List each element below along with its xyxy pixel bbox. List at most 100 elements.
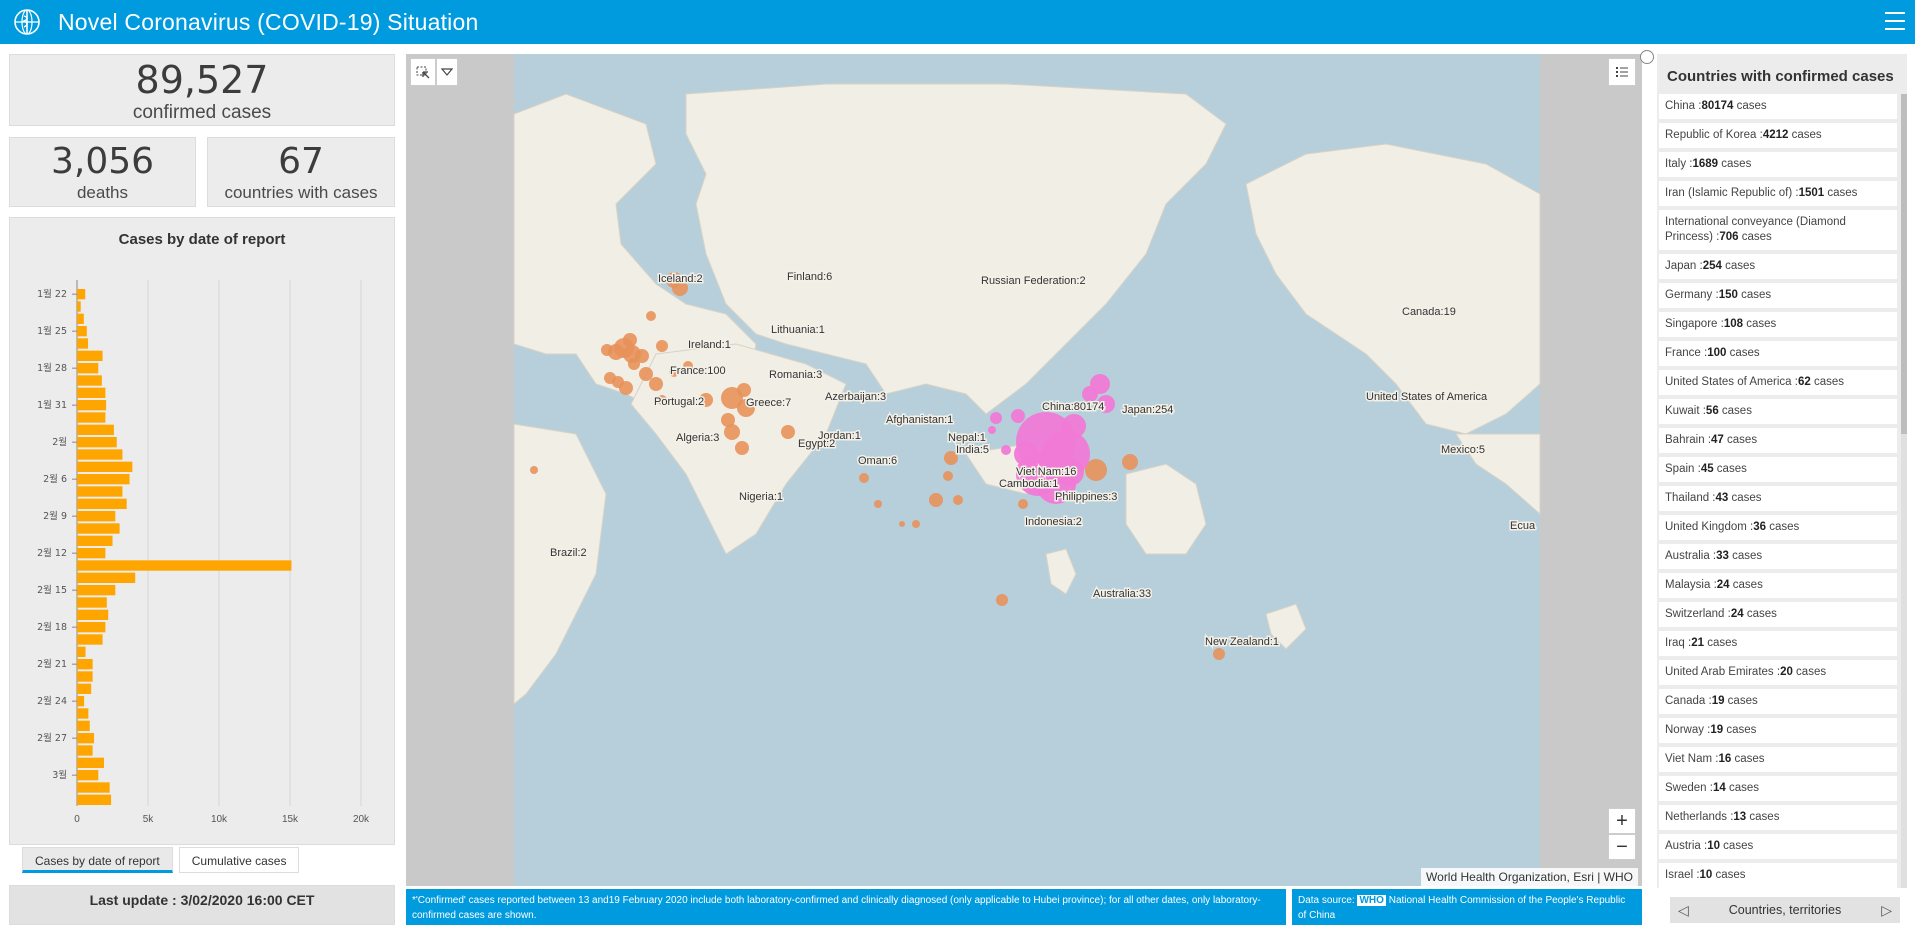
pager-next-icon[interactable]: ▷	[1881, 902, 1892, 919]
tool-dropdown-chevron-icon[interactable]	[436, 58, 458, 86]
country-name: Iran (Islamic Republic of) :	[1665, 187, 1799, 199]
map-country-label: United States of America	[1366, 391, 1488, 403]
country-list-item[interactable]: Sweden :14 cases	[1659, 776, 1897, 801]
country-count-suffix: cases	[1728, 492, 1762, 504]
map-country-label: Azerbaijan:3	[825, 391, 886, 403]
chart-bar	[77, 363, 99, 374]
chart-bar	[77, 437, 117, 448]
country-list[interactable]: China :80174 cases Republic of Korea :421…	[1659, 94, 1897, 888]
footnote: *'Confirmed' cases reported between 13 a…	[406, 889, 1286, 925]
tab-cumulative-cases[interactable]: Cumulative cases	[178, 847, 300, 873]
country-list-item[interactable]: Viet Nam :16 cases	[1659, 747, 1897, 772]
country-list-item[interactable]: China :80174 cases	[1659, 94, 1897, 119]
country-count-suffix: cases	[1737, 289, 1772, 301]
country-list-item[interactable]: Spain :45 cases	[1659, 457, 1897, 482]
map-attribution: World Health Organization, Esri | WHO	[1421, 868, 1638, 886]
zoom-out-button[interactable]: −	[1608, 834, 1636, 860]
map-case-bubble	[899, 521, 905, 527]
chart-bar	[77, 683, 92, 694]
country-list-item[interactable]: Norway :19 cases	[1659, 718, 1897, 743]
country-list-item[interactable]: Switzerland :24 cases	[1659, 602, 1897, 627]
country-list-item[interactable]: Kuwait :56 cases	[1659, 399, 1897, 424]
country-list-item[interactable]: Japan :254 cases	[1659, 254, 1897, 279]
country-list-item[interactable]: Israel :10 cases	[1659, 863, 1897, 888]
country-name: Viet Nam :	[1665, 753, 1719, 765]
country-list-item[interactable]: Netherlands :13 cases	[1659, 805, 1897, 830]
select-tool-icon[interactable]	[410, 58, 436, 86]
map-country-label: Indonesia:2	[1025, 516, 1082, 528]
country-name: Malaysia :	[1665, 579, 1717, 591]
country-list-item[interactable]: United Arab Emirates :20 cases	[1659, 660, 1897, 685]
country-list-item[interactable]: Austria :10 cases	[1659, 834, 1897, 859]
country-list-scrollbar[interactable]	[1901, 94, 1907, 888]
country-name: Japan :	[1665, 260, 1703, 272]
chart-bar	[77, 498, 127, 509]
chart-y-tick-label: 1월 28	[37, 362, 67, 374]
chart-x-tick-label: 10k	[211, 814, 228, 825]
country-count-suffix: cases	[1729, 579, 1763, 591]
data-source: Data source: WHO National Health Commiss…	[1292, 889, 1642, 925]
country-list-item[interactable]: Republic of Korea :4212 cases	[1659, 123, 1897, 148]
country-count-suffix: cases	[1721, 260, 1756, 272]
map-case-bubble	[953, 495, 963, 505]
country-list-item[interactable]: International conveyance (Diamond Prince…	[1659, 210, 1897, 250]
chart-bar	[77, 794, 112, 805]
map-case-bubble	[1018, 499, 1028, 509]
country-count: 20	[1780, 666, 1793, 678]
map-country-label: Nepal:1	[948, 432, 986, 444]
data-source-who-link[interactable]: WHO	[1357, 895, 1386, 906]
chart-bar	[77, 572, 136, 583]
country-name: Netherlands :	[1665, 811, 1734, 823]
map-china-bubble	[1062, 414, 1086, 438]
country-list-item[interactable]: Singapore :108 cases	[1659, 312, 1897, 337]
country-list-item[interactable]: Thailand :43 cases	[1659, 486, 1897, 511]
country-list-item[interactable]: United States of America :62 cases	[1659, 370, 1897, 395]
chart-bar	[77, 609, 109, 620]
chart-bar	[77, 597, 107, 608]
country-list-item[interactable]: Italy :1689 cases	[1659, 152, 1897, 177]
country-count: 24	[1730, 608, 1744, 620]
chart-bar	[77, 696, 85, 707]
country-count: 47	[1711, 434, 1724, 446]
expand-icon[interactable]	[1640, 50, 1654, 64]
country-name: United Kingdom :	[1665, 521, 1754, 533]
map-country-label: Oman:6	[858, 455, 897, 467]
country-list-item[interactable]: Australia :33 cases	[1659, 544, 1897, 569]
country-list-item[interactable]: Germany :150 cases	[1659, 283, 1897, 308]
chart-bar	[77, 745, 93, 756]
who-logo-icon	[6, 0, 48, 44]
country-list-item[interactable]: Iran (Islamic Republic of) :1501 cases	[1659, 181, 1897, 206]
country-list-item[interactable]: United Kingdom :36 cases	[1659, 515, 1897, 540]
app-header: Novel Coronavirus (COVID-19) Situation	[0, 0, 1915, 44]
world-map[interactable]: Iceland:2 Finland:6 Russian Federation:2 Ca…	[406, 54, 1642, 886]
chart-bar	[77, 350, 103, 361]
country-count-suffix: cases	[1718, 158, 1752, 170]
map-country-label: Finland:6	[787, 271, 832, 283]
country-count-suffix: cases	[1788, 129, 1822, 141]
country-list-item[interactable]: Canada :19 cases	[1659, 689, 1897, 714]
pager-label: Countries, territories	[1728, 903, 1842, 917]
map-country-label: Iceland:2	[658, 273, 703, 285]
page-title: Novel Coronavirus (COVID-19) Situation	[58, 8, 479, 35]
country-list-item[interactable]: Iraq :21 cases	[1659, 631, 1897, 656]
chart-bar	[77, 461, 133, 472]
country-name: China :	[1665, 100, 1702, 112]
country-count: 19	[1711, 695, 1725, 707]
country-count: 706	[1719, 231, 1739, 243]
pager-prev-icon[interactable]: ◁	[1678, 902, 1689, 919]
country-list-item[interactable]: Bahrain :47 cases	[1659, 428, 1897, 453]
country-count-suffix: cases	[1713, 463, 1747, 475]
country-list-item[interactable]: France :100 cases	[1659, 341, 1897, 366]
country-count-suffix: cases	[1766, 521, 1800, 533]
country-count-suffix: cases	[1738, 231, 1772, 243]
country-list-item[interactable]: Malaysia :24 cases	[1659, 573, 1897, 598]
map-canvas[interactable]: Iceland:2 Finland:6 Russian Federation:2 Ca…	[406, 54, 1642, 886]
tab-cases-by-date[interactable]: Cases by date of report	[22, 847, 173, 873]
chart-x-tick-label: 5k	[143, 814, 155, 825]
hamburger-menu-icon[interactable]	[1883, 10, 1907, 32]
country-name: Republic of Korea :	[1665, 129, 1763, 141]
legend-list-icon[interactable]	[1608, 58, 1636, 86]
country-count-suffix: cases	[1731, 753, 1765, 765]
country-name: Italy :	[1665, 158, 1693, 170]
zoom-in-button[interactable]: +	[1608, 808, 1636, 834]
